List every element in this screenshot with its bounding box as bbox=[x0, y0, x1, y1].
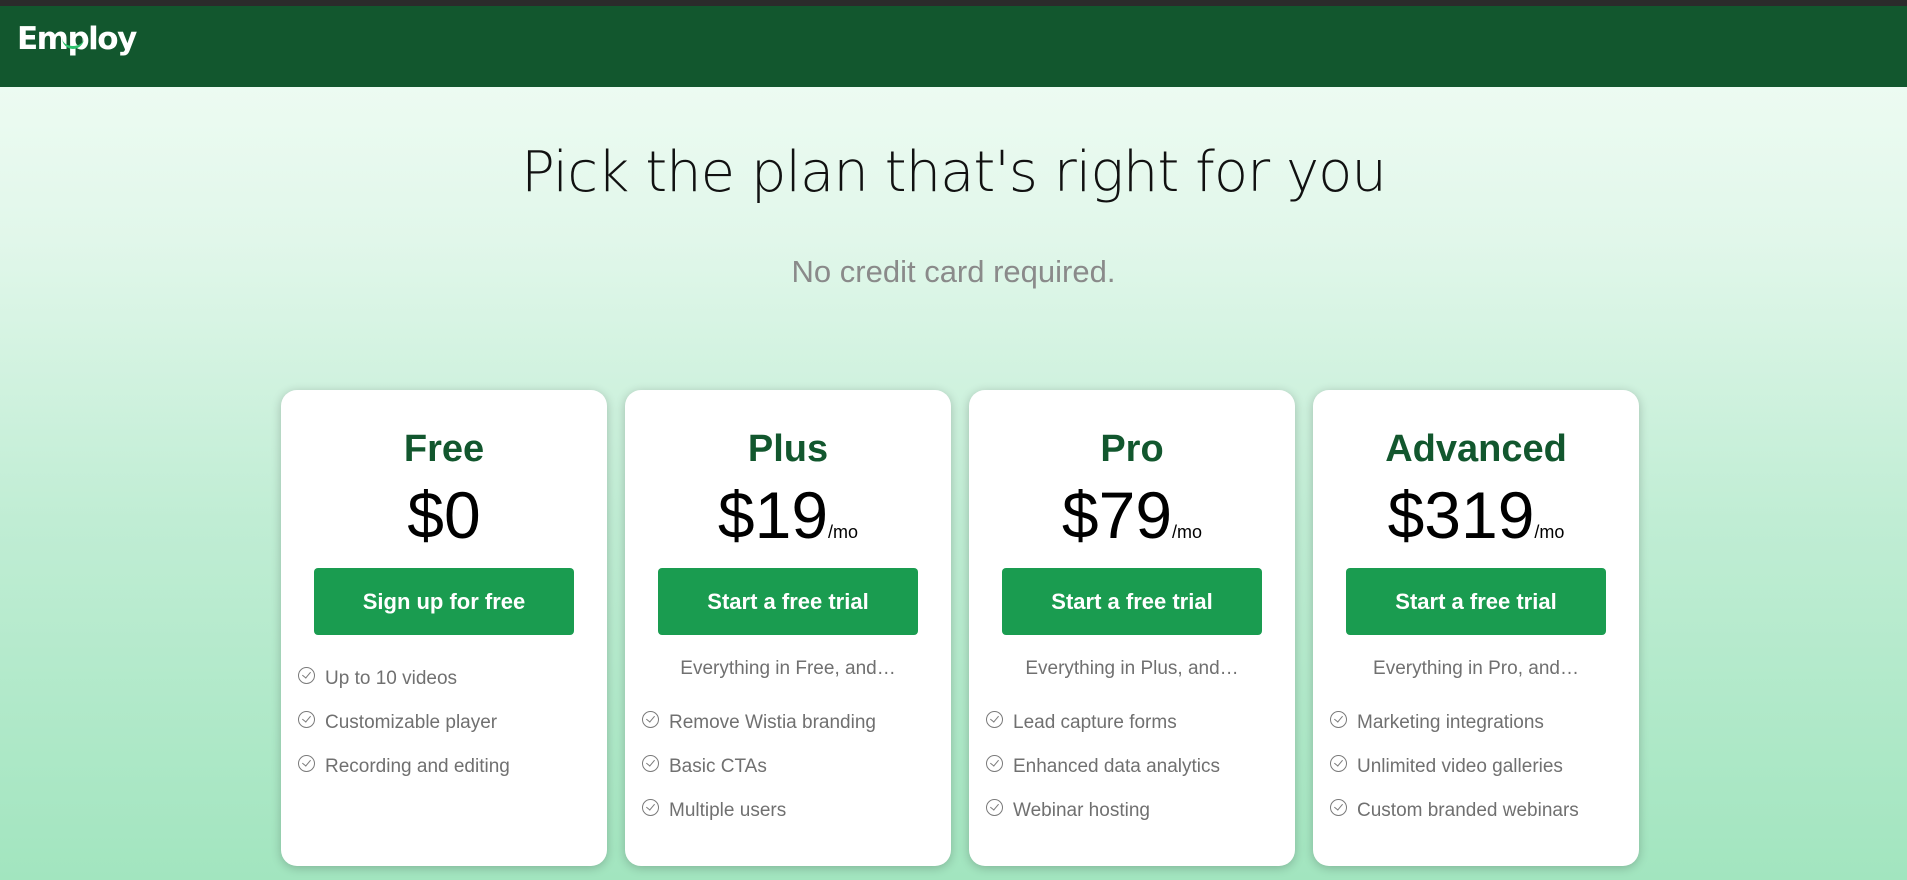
check-circle-icon bbox=[298, 666, 315, 684]
feature-item: Unlimited video galleries bbox=[1330, 744, 1579, 788]
check-circle-icon bbox=[298, 754, 315, 772]
check-circle-icon bbox=[986, 754, 1003, 772]
feature-item: Up to 10 videos bbox=[298, 656, 510, 700]
price-amount: $0 bbox=[407, 478, 481, 552]
plan-card-pro: Pro $79/mo Start a free trial Everything… bbox=[969, 390, 1295, 866]
price-amount: $319 bbox=[1387, 478, 1535, 552]
feature-item: Lead capture forms bbox=[986, 700, 1220, 744]
feature-item: Enhanced data analytics bbox=[986, 744, 1220, 788]
check-circle-icon bbox=[1330, 710, 1347, 728]
page-title: Pick the plan that's right for you bbox=[521, 140, 1387, 205]
price-period: /mo bbox=[828, 522, 859, 542]
plan-price: $79/mo bbox=[969, 482, 1295, 548]
check-circle-icon bbox=[1330, 798, 1347, 816]
feature-item: Customizable player bbox=[298, 700, 510, 744]
plan-intro: Everything in Free, and… bbox=[680, 658, 896, 679]
feature-list: Remove Wistia branding Basic CTAs Multip… bbox=[642, 700, 876, 832]
feature-item: Basic CTAs bbox=[642, 744, 876, 788]
feature-label: Unlimited video galleries bbox=[1357, 756, 1563, 777]
plan-price: $0 bbox=[281, 482, 607, 548]
feature-label: Remove Wistia branding bbox=[669, 712, 876, 733]
feature-item: Marketing integrations bbox=[1330, 700, 1579, 744]
feature-label: Basic CTAs bbox=[669, 756, 767, 777]
plan-card-free: Free $0 Sign up for free Up to 10 videos… bbox=[281, 390, 607, 866]
check-circle-icon bbox=[298, 710, 315, 728]
sign-up-free-button[interactable]: Sign up for free bbox=[314, 568, 574, 635]
check-circle-icon bbox=[642, 798, 659, 816]
feature-label: Customizable player bbox=[325, 712, 498, 733]
plan-name: Free bbox=[403, 428, 485, 470]
check-circle-icon bbox=[986, 710, 1003, 728]
start-free-trial-button[interactable]: Start a free trial bbox=[1002, 568, 1262, 635]
feature-list: Marketing integrations Unlimited video g… bbox=[1330, 700, 1579, 832]
start-free-trial-button[interactable]: Start a free trial bbox=[658, 568, 918, 635]
price-amount: $79 bbox=[1061, 478, 1173, 552]
plan-intro: Everything in Pro, and… bbox=[1373, 658, 1579, 679]
plan-price: $19/mo bbox=[625, 482, 951, 548]
check-circle-icon bbox=[642, 710, 659, 728]
plan-card-plus: Plus $19/mo Start a free trial Everythin… bbox=[625, 390, 951, 866]
top-navbar: Employ bbox=[0, 6, 1907, 87]
price-period: /mo bbox=[1534, 522, 1565, 542]
plan-card-advanced: Advanced $319/mo Start a free trial Ever… bbox=[1313, 390, 1639, 866]
feature-label: Recording and editing bbox=[325, 756, 510, 777]
feature-list: Lead capture forms Enhanced data analyti… bbox=[986, 700, 1220, 832]
feature-label: Lead capture forms bbox=[1013, 712, 1177, 733]
plan-intro: Everything in Plus, and… bbox=[1025, 658, 1239, 679]
feature-item: Recording and editing bbox=[298, 744, 510, 788]
feature-list: Up to 10 videos Customizable player Reco… bbox=[298, 656, 510, 788]
price-amount: $19 bbox=[717, 478, 829, 552]
price-period: /mo bbox=[1172, 522, 1203, 542]
feature-item: Remove Wistia branding bbox=[642, 700, 876, 744]
plan-name: Advanced bbox=[1385, 428, 1567, 470]
start-free-trial-button[interactable]: Start a free trial bbox=[1346, 568, 1606, 635]
check-circle-icon bbox=[1330, 754, 1347, 772]
plan-name: Pro bbox=[1100, 428, 1164, 470]
page-subtitle: No credit card required. bbox=[791, 254, 1116, 289]
feature-label: Multiple users bbox=[669, 800, 787, 821]
check-circle-icon bbox=[986, 798, 1003, 816]
feature-label: Webinar hosting bbox=[1013, 800, 1150, 821]
plan-price: $319/mo bbox=[1313, 482, 1639, 548]
feature-item: Multiple users bbox=[642, 788, 876, 832]
feature-label: Custom branded webinars bbox=[1357, 800, 1579, 821]
pricing-cards: Free $0 Sign up for free Up to 10 videos… bbox=[281, 390, 1640, 866]
feature-item: Webinar hosting bbox=[986, 788, 1220, 832]
check-circle-icon bbox=[642, 754, 659, 772]
feature-label: Enhanced data analytics bbox=[1013, 756, 1221, 777]
feature-item: Custom branded webinars bbox=[1330, 788, 1579, 832]
feature-label: Marketing integrations bbox=[1357, 712, 1544, 733]
feature-label: Up to 10 videos bbox=[325, 668, 458, 689]
plan-name: Plus bbox=[747, 428, 829, 470]
